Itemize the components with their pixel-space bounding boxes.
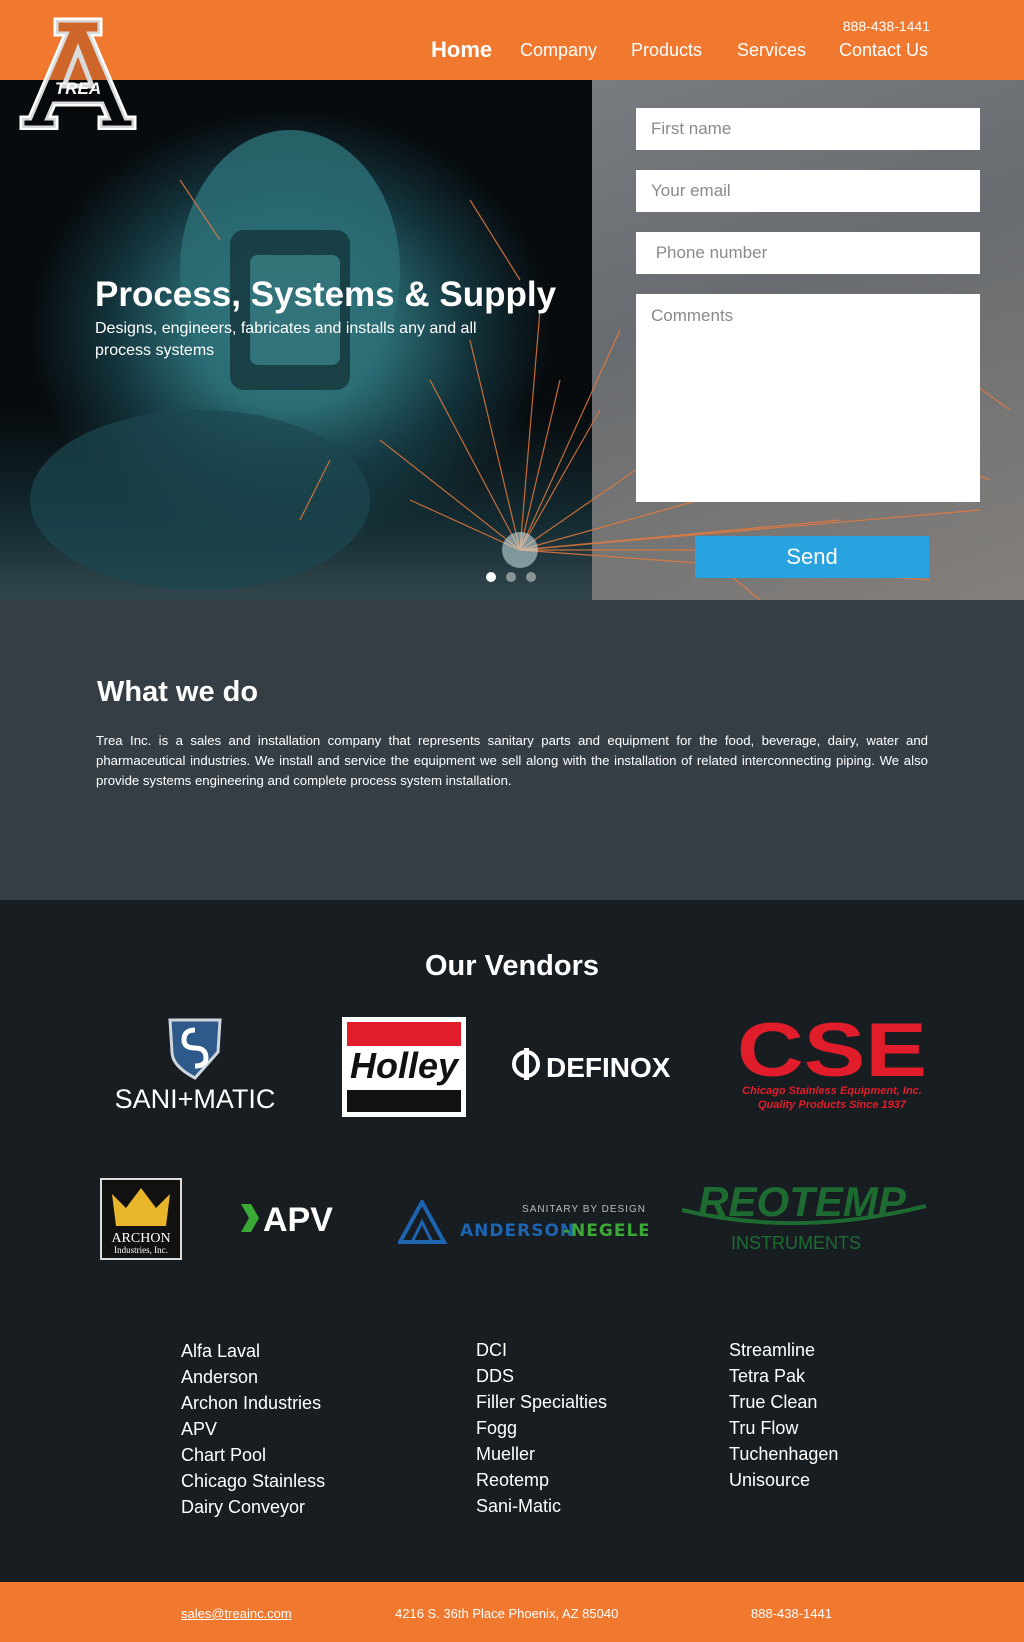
list-item: Sani-Matic — [476, 1496, 562, 1516]
vendor-list-col-2: DCI DDS Filler Specialties Fogg Mueller … — [476, 1337, 607, 1519]
list-item: Alfa Laval — [181, 1341, 261, 1361]
vendors-heading: Our Vendors — [424, 950, 600, 982]
list-item: Unisource — [729, 1470, 811, 1490]
nav-contact-us[interactable]: Contact Us — [839, 40, 928, 61]
nav-company[interactable]: Company — [520, 40, 597, 61]
footer-address: 4216 S. 36th Place Phoenix, AZ 85040 — [395, 1606, 619, 1621]
email-input[interactable] — [636, 170, 980, 212]
what-we-do-body: Trea Inc. is a sales and installation co… — [96, 733, 928, 788]
hero-subtitle: Designs, engineers, fabricates and insta… — [95, 320, 477, 359]
svg-text:DEFINOX: DEFINOX — [546, 1052, 671, 1083]
list-item: Tetra Pak — [729, 1366, 806, 1386]
svg-text:INSTRUMENTS: INSTRUMENTS — [731, 1233, 861, 1253]
comments-textarea[interactable] — [636, 294, 980, 502]
svg-text:Chicago Stainless Equipment, I: Chicago Stainless Equipment, Inc. — [742, 1085, 922, 1097]
list-item: Anderson — [181, 1367, 259, 1387]
list-item: DCI — [476, 1340, 507, 1360]
list-item: Chart Pool — [181, 1445, 267, 1465]
list-item: True Clean — [729, 1392, 818, 1412]
send-button[interactable]: Send — [695, 536, 929, 578]
list-item: Tru Flow — [729, 1418, 799, 1438]
reotemp-logo[interactable]: REOTEMP INSTRUMENTS — [678, 1176, 930, 1256]
list-item: Dairy Conveyor — [181, 1497, 306, 1517]
holley-logo[interactable]: Holley — [341, 1016, 467, 1118]
vendors-section: Our Vendors SANI+MATIC Holley DEFINOX CS… — [0, 900, 1024, 1582]
svg-text:ARCHON: ARCHON — [111, 1231, 170, 1246]
trea-logo[interactable]: TREA — [18, 14, 138, 130]
footer-email-link[interactable]: sales@treainc.com — [181, 1606, 292, 1621]
list-item: APV — [181, 1419, 218, 1439]
sanimatic-logo[interactable]: SANI+MATIC — [100, 1016, 290, 1116]
slider-dot-1[interactable] — [486, 572, 496, 582]
logo-text: TREA — [55, 79, 101, 98]
header-phone[interactable]: 888-438-1441 — [843, 18, 930, 34]
svg-text:Quality Products Since 1937: Quality Products Since 1937 — [758, 1099, 907, 1111]
nav-products[interactable]: Products — [631, 40, 702, 61]
apv-logo[interactable]: APV — [239, 1198, 359, 1238]
svg-text:SANI+MATIC: SANI+MATIC — [115, 1084, 276, 1114]
archon-logo[interactable]: ARCHON Industries, Inc. — [100, 1178, 182, 1260]
list-item: Fogg — [476, 1418, 518, 1438]
what-we-do-heading: What we do — [97, 676, 259, 708]
svg-text:Industries, Inc.: Industries, Inc. — [114, 1245, 168, 1255]
list-item: Reotemp — [476, 1470, 550, 1490]
slider-dots — [486, 569, 546, 587]
site-header: 888-438-1441 Home Company Products Servi… — [0, 0, 1024, 80]
list-item: Archon Industries — [181, 1393, 322, 1413]
slider-dot-3[interactable] — [526, 572, 536, 582]
svg-text:-NEGELE: -NEGELE — [563, 1221, 648, 1241]
what-we-do-section: What we do Trea Inc. is a sales and inst… — [0, 600, 1024, 900]
hero-slider: Process, Systems & Supply Designs, engin… — [0, 80, 1024, 600]
svg-text:ANDERSON: ANDERSON — [460, 1221, 575, 1241]
phone-input[interactable] — [636, 232, 980, 274]
svg-text:CSE: CSE — [737, 1018, 927, 1093]
list-item: DDS — [476, 1366, 515, 1386]
contact-form — [636, 108, 980, 536]
list-item: Mueller — [476, 1444, 536, 1464]
vendor-list-col-3: Streamline Tetra Pak True Clean Tru Flow… — [729, 1337, 838, 1493]
nav-services[interactable]: Services — [737, 40, 806, 61]
hero-title: Process, Systems & Supply — [95, 275, 557, 314]
vendor-list-col-1: Alfa Laval Anderson Archon Industries AP… — [181, 1338, 325, 1520]
anderson-negele-logo[interactable]: SANITARY BY DESIGN ANDERSON -NEGELE — [398, 1200, 648, 1246]
footer-phone[interactable]: 888-438-1441 — [751, 1606, 832, 1621]
site-footer: sales@treainc.com 4216 S. 36th Place Pho… — [0, 1582, 1024, 1642]
nav-home[interactable]: Home — [431, 37, 492, 63]
svg-text:APV: APV — [263, 1201, 333, 1238]
first-name-input[interactable] — [636, 108, 980, 150]
svg-text:SANITARY BY DESIGN: SANITARY BY DESIGN — [522, 1204, 646, 1215]
main-nav: Home Company Products Services Contact U… — [0, 37, 1024, 70]
list-item: Chicago Stainless — [181, 1471, 326, 1491]
cse-logo[interactable]: CSE Chicago Stainless Equipment, Inc. Qu… — [734, 1018, 930, 1114]
svg-text:Holley: Holley — [350, 1045, 460, 1086]
list-item: Filler Specialties — [476, 1392, 608, 1412]
list-item: Streamline — [729, 1340, 816, 1360]
definox-logo[interactable]: DEFINOX — [512, 1046, 697, 1086]
slider-dot-2[interactable] — [506, 572, 516, 582]
list-item: Tuchenhagen — [729, 1444, 839, 1464]
